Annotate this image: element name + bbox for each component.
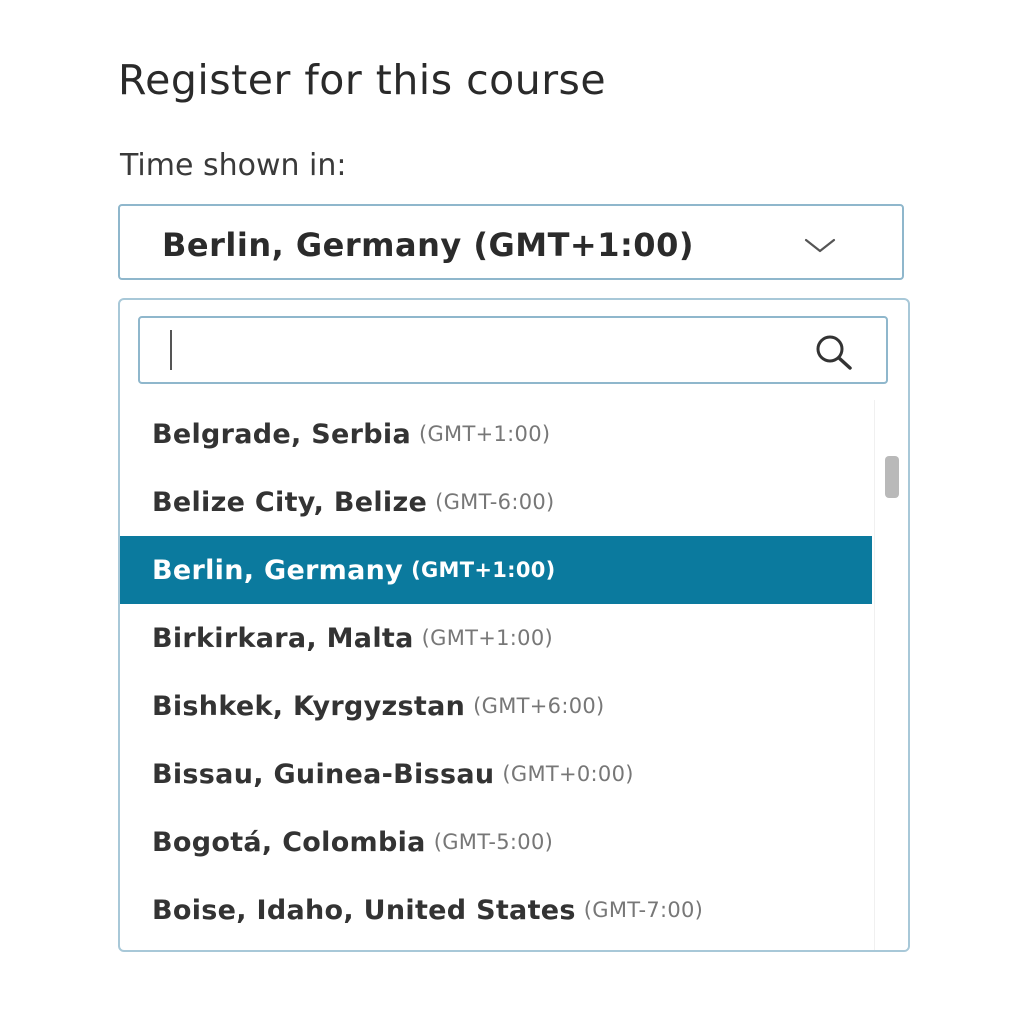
option-city: Bogotá, Colombia	[152, 826, 426, 858]
option-gmt-offset: (GMT+6:00)	[473, 694, 605, 718]
option-city: Bishkek, Kyrgyzstan	[152, 690, 466, 722]
time-shown-label: Time shown in:	[120, 148, 347, 183]
option-gmt-offset: (GMT+0:00)	[502, 762, 634, 786]
timezone-search-input[interactable]	[154, 328, 778, 374]
option-gmt-offset: (GMT-5:00)	[433, 830, 554, 854]
timezone-option[interactable]: Birkirkara, Malta (GMT+1:00)	[120, 604, 872, 672]
search-icon[interactable]	[812, 332, 856, 372]
timezone-option[interactable]: Boise, Idaho, United States (GMT-7:00)	[120, 876, 872, 944]
timezone-option[interactable]: Bissau, Guinea-Bissau (GMT+0:00)	[120, 740, 872, 808]
option-city: Bissau, Guinea-Bissau	[152, 758, 495, 790]
timezone-search-box[interactable]	[138, 316, 888, 384]
timezone-option[interactable]: Belize City, Belize (GMT-6:00)	[120, 468, 872, 536]
option-gmt-offset: (GMT-6:00)	[435, 490, 555, 514]
timezone-option[interactable]: Belgrade, Serbia (GMT+1:00)	[120, 400, 872, 468]
timezone-options-list: Belgrade, Serbia (GMT+1:00) Belize City, B…	[120, 400, 872, 950]
text-cursor	[170, 330, 172, 370]
timezone-select[interactable]: Berlin, Germany (GMT+1:00)	[118, 204, 904, 280]
option-gmt-offset: (GMT+1:00)	[421, 626, 553, 650]
scrollbar-thumb[interactable]	[885, 456, 899, 498]
timezone-option[interactable]: Berlin, Germany (GMT+1:00)	[120, 536, 872, 604]
option-city: Birkirkara, Malta	[152, 622, 414, 654]
option-city: Belize City, Belize	[152, 486, 428, 518]
page-title: Register for this course	[118, 56, 607, 104]
option-gmt-offset: (GMT+1:00)	[418, 422, 551, 446]
option-city: Belgrade, Serbia	[152, 418, 411, 450]
chevron-down-icon[interactable]	[800, 236, 840, 256]
timezone-option[interactable]: Bishkek, Kyrgyzstan (GMT+6:00)	[120, 672, 872, 740]
timezone-dropdown: Belgrade, Serbia (GMT+1:00) Belize City, B…	[118, 298, 910, 952]
option-gmt-offset: (GMT+1:00)	[411, 558, 556, 582]
timezone-select-value: Berlin, Germany (GMT+1:00)	[162, 226, 694, 264]
timezone-option[interactable]: Bogotá, Colombia (GMT-5:00)	[120, 808, 872, 876]
option-city: Boise, Idaho, United States	[152, 894, 576, 926]
options-scrollbar[interactable]	[874, 400, 908, 950]
option-gmt-offset: (GMT-7:00)	[583, 898, 704, 922]
option-city: Berlin, Germany	[152, 554, 404, 586]
register-page: Register for this course Time shown in: …	[0, 0, 1024, 1024]
